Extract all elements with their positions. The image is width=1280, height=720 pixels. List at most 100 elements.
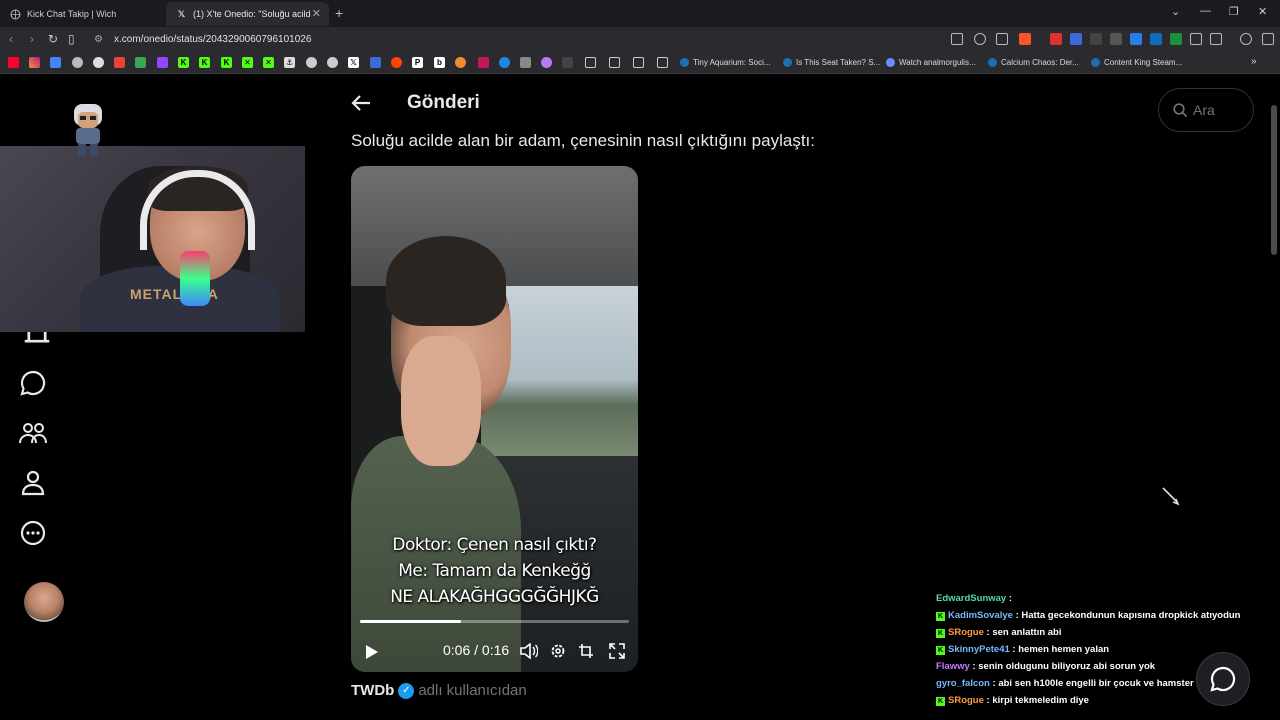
extension-icon[interactable] [370,57,381,68]
extensions-puzzle-icon[interactable] [1190,33,1202,45]
extension-icon[interactable] [1070,33,1082,45]
subtitle-line: Me: Tamam da Kenkeğğ [398,561,591,581]
twitch-icon[interactable] [157,57,168,68]
chat-username[interactable]: SkinnyPete41 [948,644,1010,655]
extension-icon[interactable] [1150,33,1162,45]
video-progress-bar[interactable] [360,620,629,623]
kick-icon[interactable]: K [178,57,189,68]
extension-icon[interactable] [520,57,531,68]
reddit-icon[interactable] [391,57,402,68]
search-input[interactable]: Ara [1158,88,1254,132]
more-bookmarks-icon[interactable]: » [1251,56,1257,67]
tab-x-post[interactable]: 𝕏 (1) X'te Onedio: "Soluğu acilde al ✕ [166,2,329,26]
fullscreen-icon[interactable] [609,643,625,659]
extension-icon[interactable] [1170,33,1182,45]
google-icon[interactable] [50,57,61,68]
chat-username[interactable]: SRogue [948,627,984,638]
instagram-icon[interactable] [29,57,40,68]
address-bar: ‹ › ↻ ▯ ⚙ x.com/onedio/status/2043290060… [0,27,1280,53]
folder-icon[interactable] [585,57,596,68]
extension-icon[interactable] [478,57,489,68]
video-player[interactable]: Doktor: Çenen nasıl çıktı? Me: Tamam da … [351,166,638,672]
new-tab-icon[interactable]: + [335,5,343,21]
music-icon[interactable] [1240,33,1252,45]
url-field[interactable]: x.com/onedio/status/2043290060796101026 [114,34,311,45]
folder-icon[interactable] [633,57,644,68]
extension-icon[interactable] [1050,33,1062,45]
extension-icon[interactable] [1130,33,1142,45]
chat-username[interactable]: SRogue [948,695,984,706]
bookmark-item[interactable]: Tiny Aquarium: Soci... [680,58,771,67]
picture-in-picture-icon[interactable] [578,643,594,659]
profile-icon[interactable] [18,468,48,498]
extension-icon[interactable] [306,57,317,68]
bookmark-item[interactable]: Is This Seat Taken? S... [783,58,880,67]
kick-icon[interactable]: ✕ [263,57,274,68]
share-icon[interactable] [996,33,1008,45]
brave-shield-icon[interactable] [1019,33,1031,45]
play-icon[interactable] [365,644,379,660]
chat-username[interactable]: EdwardSunway [936,593,1006,604]
site-info-icon[interactable]: ⚙ [94,34,103,45]
mascot-icon [74,104,102,156]
volume-icon[interactable] [520,643,538,659]
folder-icon[interactable] [609,57,620,68]
back-icon[interactable]: ‹ [9,32,13,46]
p-icon[interactable]: P [412,57,423,68]
b-icon[interactable]: b [434,57,445,68]
extension-icon[interactable] [327,57,338,68]
chat-username[interactable]: gyro_falcon [936,678,990,689]
extension-icon[interactable] [1110,33,1122,45]
sidebar-toggle-icon[interactable] [1210,33,1222,45]
scrollbar[interactable] [1271,105,1277,255]
cast-icon[interactable] [951,33,963,45]
forward-icon[interactable]: › [30,32,34,46]
tab-title: Kick Chat Takip | Wich [27,9,117,19]
chat-bubble-button[interactable] [1196,652,1250,706]
extension-icon[interactable] [541,57,552,68]
video-frame [386,236,506,326]
communities-icon[interactable] [18,418,48,448]
extension-icon[interactable] [562,57,573,68]
post-attribution[interactable]: TWDb ✓ adlı kullanıcıdan [351,682,527,699]
messages-icon[interactable] [18,368,48,398]
chevron-down-icon[interactable]: ⌄ [1171,5,1180,18]
kick-icon[interactable]: ✕ [242,57,253,68]
chat-message: sen anlattın abi [992,627,1062,638]
kick-icon[interactable]: K [199,57,210,68]
back-arrow-icon[interactable] [350,92,372,114]
bookmarks-bar: K K K ✕ ✕ ⚓ 𝕏 P b Tiny Aquarium: Soci...… [0,53,1280,74]
author-name[interactable]: TWDb [351,682,394,699]
close-window-icon[interactable]: ✕ [1258,5,1267,18]
extension-icon[interactable] [499,57,510,68]
account-avatar[interactable] [24,582,64,622]
x-logo-icon[interactable]: 𝕏 [348,57,359,68]
bookmark-item[interactable]: Watch analmorgulis... [886,58,976,67]
chat-username[interactable]: Flawwy [936,661,970,672]
more-icon[interactable] [18,518,48,548]
globe-icon[interactable] [93,57,104,68]
tab-bar: Kick Chat Takip | Wich 𝕏 (1) X'te Onedio… [0,0,1280,27]
globe-icon[interactable] [72,57,83,68]
youtube-icon[interactable] [8,57,19,68]
minimize-icon[interactable]: — [1200,5,1211,17]
maximize-icon[interactable]: ❐ [1229,5,1239,18]
close-tab-icon[interactable]: ✕ [312,7,321,20]
chat-username[interactable]: KadimSovalye [948,610,1013,621]
gmail-icon[interactable] [114,57,125,68]
zoom-icon[interactable] [974,33,986,45]
menu-icon[interactable] [1262,33,1274,45]
kick-icon[interactable]: K [221,57,232,68]
bookmark-item[interactable]: Content King Steam... [1091,58,1182,67]
anchor-icon[interactable]: ⚓ [284,57,295,68]
tab-kick-chat[interactable]: Kick Chat Takip | Wich [0,2,165,26]
extension-icon[interactable] [1090,33,1102,45]
drive-icon[interactable] [135,57,146,68]
bookmark-icon[interactable]: ▯ [68,32,75,46]
extension-icon[interactable] [455,57,466,68]
folder-icon[interactable] [657,57,668,68]
settings-icon[interactable] [550,643,566,659]
bookmark-item[interactable]: Calcium Chaos: Der... [988,58,1079,67]
reload-icon[interactable]: ↻ [48,32,58,46]
chat-line: EdwardSunway : [936,590,1256,607]
